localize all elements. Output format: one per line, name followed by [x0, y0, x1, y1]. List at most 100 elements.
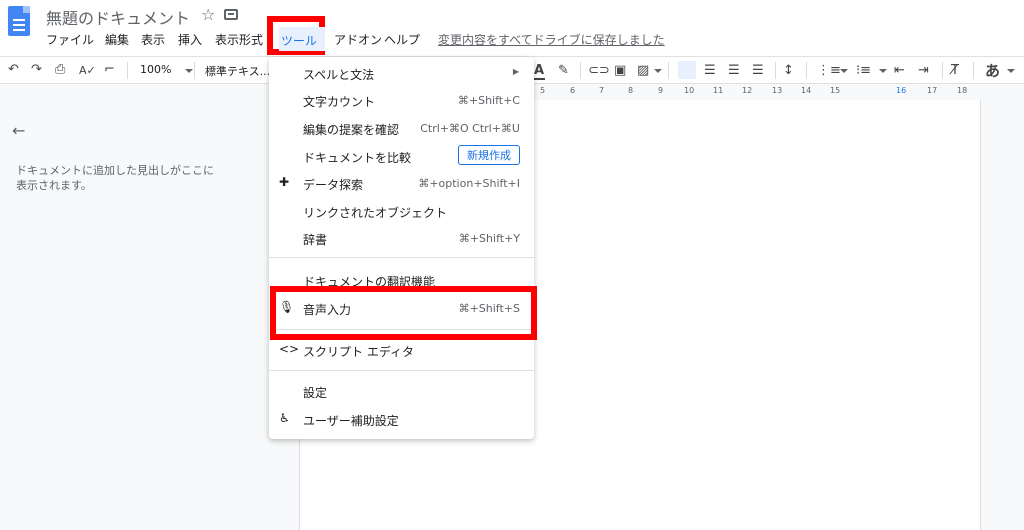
increase-indent-icon[interactable]: ⇥: [918, 63, 929, 78]
new-badge: 新規作成: [458, 145, 520, 165]
menu-item-review-suggestions[interactable]: 編集の提案を確認 Ctrl+⌘O Ctrl+⌘U: [269, 116, 534, 140]
line-spacing-icon[interactable]: ↕: [783, 63, 794, 78]
chevron-down-icon[interactable]: [840, 69, 848, 73]
ruler-tick: 11: [713, 86, 724, 95]
toolbar-divider: [973, 62, 974, 79]
menu-item-compare-documents[interactable]: ドキュメントを比較 新規作成: [269, 144, 534, 168]
toolbar-divider: [942, 62, 943, 79]
bulleted-list-icon[interactable]: ⁝≡: [856, 63, 871, 78]
back-arrow-icon[interactable]: ←: [12, 121, 25, 140]
horizontal-ruler[interactable]: 5 6 7 8 9 10 11 12 13 14 15 16 17 18: [534, 85, 974, 99]
ruler-indent-marker[interactable]: 16: [896, 86, 906, 95]
paint-format-icon[interactable]: ⌐: [104, 62, 115, 77]
insert-comment-icon[interactable]: ▣: [614, 63, 626, 78]
tools-menu-dropdown: スペルと文法 ▶ 文字カウント ⌘+Shift+C 編集の提案を確認 Ctrl+…: [269, 57, 534, 439]
insert-image-icon[interactable]: ▨: [637, 63, 649, 78]
menu-item-dictionary[interactable]: 辞書 ⌘+Shift+Y: [269, 226, 534, 250]
docs-logo-icon[interactable]: [8, 6, 30, 36]
align-right-icon[interactable]: ☰: [728, 63, 740, 78]
zoom-value: 100%: [140, 63, 172, 76]
ruler-tick: 18: [957, 86, 968, 95]
menu-insert[interactable]: 挿入: [178, 31, 202, 48]
menu-addons[interactable]: アドオン: [334, 31, 382, 48]
menu-item-preferences[interactable]: 設定: [269, 379, 534, 403]
menu-item-explore[interactable]: ✚ データ探索 ⌘+option+Shift+I: [269, 171, 534, 195]
move-to-folder-icon[interactable]: [224, 9, 238, 20]
menu-item-shortcut: ⌘+Shift+C: [457, 94, 520, 107]
menu-item-label: ユーザー補助設定: [303, 414, 399, 428]
menu-item-script-editor[interactable]: <> スクリプト エディタ: [269, 338, 534, 362]
menu-item-shortcut: Ctrl+⌘O Ctrl+⌘U: [420, 122, 520, 135]
toolbar-divider: [806, 62, 807, 79]
paragraph-style-select[interactable]: 標準テキス...: [205, 63, 270, 79]
menu-item-label: 文字カウント: [303, 95, 376, 109]
menu-item-label: ドキュメントを比較: [303, 151, 412, 165]
ruler-tick: 10: [684, 86, 695, 95]
align-justify-icon[interactable]: ☰: [752, 63, 764, 78]
align-left-icon[interactable]: [678, 61, 696, 79]
ruler-tick: 14: [801, 86, 812, 95]
chevron-down-icon[interactable]: [654, 69, 662, 73]
clear-formatting-icon[interactable]: T̸: [951, 63, 959, 78]
chevron-down-icon[interactable]: [1007, 69, 1015, 73]
numbered-list-icon[interactable]: ⋮≡: [817, 63, 841, 78]
ruler-tick: 7: [599, 86, 605, 95]
menu-item-label: 編集の提案を確認: [303, 123, 400, 137]
zoom-select[interactable]: 100%: [140, 63, 193, 76]
ruler-tick: 17: [927, 86, 938, 95]
toolbar-divider: [668, 62, 669, 79]
text-color-icon[interactable]: A: [534, 63, 544, 78]
decrease-indent-icon[interactable]: ⇤: [894, 63, 905, 78]
spellcheck-icon[interactable]: A✓: [79, 64, 96, 77]
menu-divider: [269, 370, 534, 371]
chevron-down-icon[interactable]: [879, 69, 887, 73]
align-center-icon[interactable]: ☰: [704, 63, 716, 78]
menu-item-label: リンクされたオブジェクト: [303, 206, 448, 220]
menu-item-word-count[interactable]: 文字カウント ⌘+Shift+C: [269, 88, 534, 112]
menu-item-shortcut: ⌘+option+Shift+I: [418, 177, 520, 190]
highlight-box-tools-menu: ツール: [267, 16, 325, 55]
document-title[interactable]: 無題のドキュメント: [46, 5, 190, 29]
ruler-tick: 15: [830, 86, 841, 95]
menu-item-label: 設定: [303, 386, 328, 400]
ruler-tick: 13: [772, 86, 783, 95]
ruler-tick: 9: [658, 86, 664, 95]
menu-tools-active[interactable]: ツール: [279, 27, 325, 51]
ruler-tick: 5: [540, 86, 546, 95]
menu-item-label: スクリプト エディタ: [303, 345, 414, 359]
input-tools-icon[interactable]: あ: [985, 60, 1000, 81]
ruler-tick: 8: [628, 86, 634, 95]
menu-tools-label: ツール: [281, 34, 318, 48]
highlight-box-voice-typing: [270, 286, 537, 340]
toolbar-divider: [127, 62, 128, 79]
code-brackets-icon: <>: [279, 342, 300, 356]
redo-icon[interactable]: ↷: [31, 62, 42, 77]
chevron-down-icon: [184, 69, 193, 73]
insert-link-icon[interactable]: ⊂⊃: [588, 63, 610, 78]
menu-format[interactable]: 表示形式: [215, 31, 263, 48]
star-icon[interactable]: ☆: [201, 5, 215, 24]
print-icon[interactable]: ⎙: [55, 62, 65, 77]
toolbar-divider: [194, 62, 195, 79]
menu-item-label: 辞書: [303, 233, 328, 247]
menu-item-spelling-grammar[interactable]: スペルと文法 ▶: [269, 61, 534, 85]
save-status-link[interactable]: 変更内容をすべてドライブに保存しました: [438, 31, 665, 48]
menu-item-label: データ探索: [303, 178, 364, 192]
app-header: 無題のドキュメント ☆ ファイル 編集 表示 挿入 表示形式 アドオン ヘルプ …: [0, 0, 1024, 56]
ruler-tick: 12: [742, 86, 753, 95]
menu-view[interactable]: 表示: [141, 31, 165, 48]
menu-divider: [269, 257, 534, 258]
menu-item-label: スペルと文法: [303, 68, 375, 82]
toolbar-divider: [775, 62, 776, 79]
menu-file[interactable]: ファイル: [46, 31, 94, 48]
menu-edit[interactable]: 編集: [105, 31, 129, 48]
ruler-tick: 6: [570, 86, 576, 95]
menu-help[interactable]: ヘルプ: [384, 31, 420, 48]
outline-empty-hint: ドキュメントに追加した見出しがここに表示されます。: [16, 164, 214, 192]
menu-item-accessibility-settings[interactable]: ♿ ユーザー補助設定: [269, 407, 534, 431]
highlight-color-icon[interactable]: ✎: [558, 63, 569, 78]
toolbar-divider: [580, 62, 581, 79]
menu-item-linked-objects[interactable]: リンクされたオブジェクト: [269, 199, 534, 223]
undo-icon[interactable]: ↶: [8, 62, 19, 77]
menu-item-shortcut: ⌘+Shift+Y: [458, 232, 520, 245]
